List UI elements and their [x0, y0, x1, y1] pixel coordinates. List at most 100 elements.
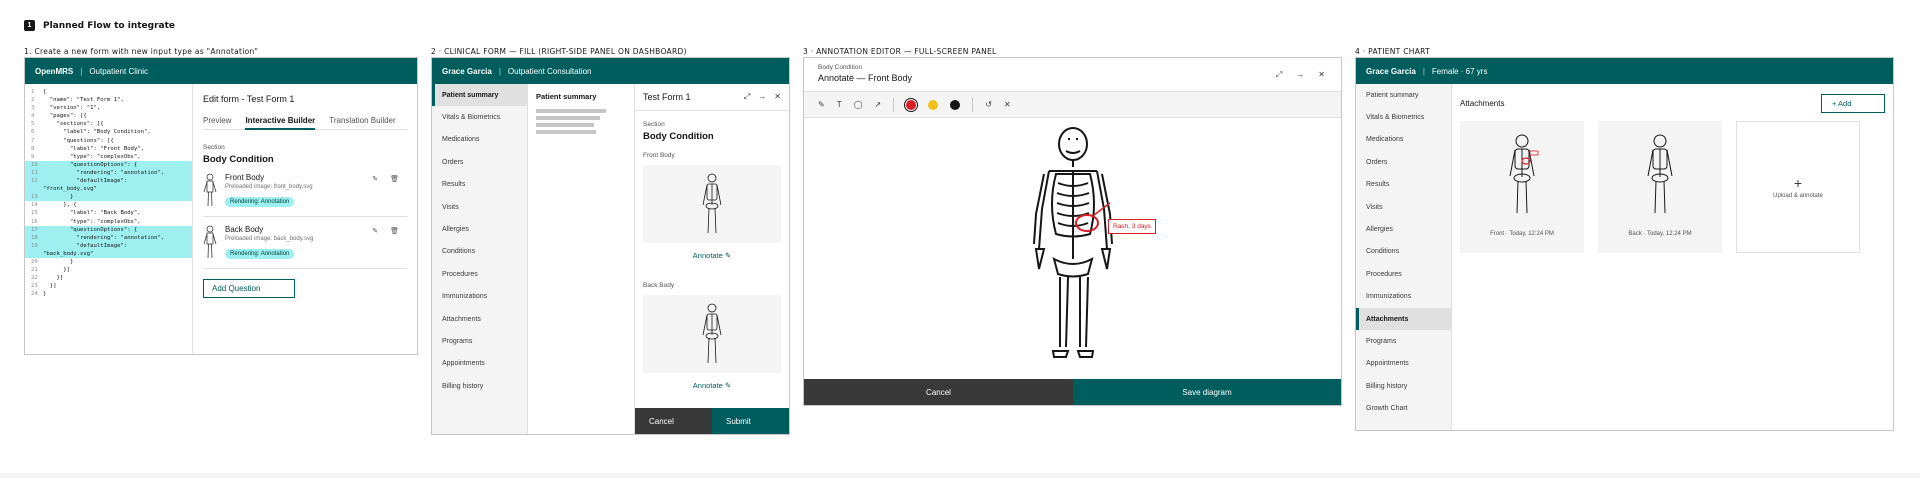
edit-icon[interactable]: ✎ — [372, 175, 378, 183]
code-line: 23 }] — [25, 282, 192, 290]
color-yellow-swatch[interactable] — [928, 99, 939, 110]
nav-item-patient-summary[interactable]: Patient summary — [1356, 84, 1451, 106]
code-line: 21 }] — [25, 266, 192, 274]
trash-icon[interactable]: 🗑 — [390, 175, 399, 183]
nav-item-conditions[interactable]: Conditions — [1356, 241, 1451, 263]
nav-item-attachments[interactable]: Attachments — [1356, 307, 1451, 331]
code-line: "back_body.svg" — [25, 249, 192, 258]
nav-item-vitals-biometrics[interactable]: Vitals & Biometrics — [432, 106, 527, 128]
code-line: 14 }, { — [25, 201, 192, 209]
back-body-label: Back Body — [643, 282, 675, 289]
nav-item-conditions[interactable]: Conditions — [432, 241, 527, 263]
code-line: 8 "label": "Front Body", — [25, 145, 192, 153]
code-text: }] — [43, 275, 64, 282]
editor-title: Annotate — Front Body — [818, 73, 913, 83]
maximize-icon[interactable]: ⤢ — [1276, 70, 1282, 80]
nav-item-orders[interactable]: Orders — [1356, 151, 1451, 173]
line-number: 1 — [31, 89, 35, 95]
nav-item-programs[interactable]: Programs — [1356, 330, 1451, 352]
nav-item-immunizations[interactable]: Immunizations — [432, 286, 527, 308]
json-code-editor[interactable]: 1{2 "name": "Test Form 1", 3 "version": "… — [25, 84, 193, 354]
code-text: "rendering": "annotation", — [43, 234, 165, 241]
code-text: "questionOptions": { — [43, 226, 138, 233]
code-text: } — [43, 258, 74, 265]
annotation-editor-panel: Body Condition Annotate — Front Body ⤢ →… — [803, 57, 1342, 406]
close-icon[interactable]: ✕ — [1318, 70, 1325, 80]
nav-item-allergies[interactable]: Allergies — [1356, 218, 1451, 240]
upload-annotate-card[interactable]: + Upload & annotate — [1736, 121, 1860, 253]
clinical-form-panel: Grace Garcia | Outpatient Consultation P… — [431, 57, 790, 435]
code-line: 17 "questionOptions": { — [25, 225, 192, 234]
circle-tool-icon[interactable]: ◯ — [854, 100, 863, 109]
submit-button[interactable]: Submit — [712, 408, 789, 434]
clear-icon[interactable]: ✕ — [1004, 100, 1011, 109]
cancel-button[interactable]: Cancel — [635, 408, 712, 434]
trash-icon[interactable]: 🗑 — [390, 227, 399, 235]
cancel-button[interactable]: Cancel — [804, 379, 1073, 405]
patient-name[interactable]: Grace Garcia — [442, 67, 492, 76]
code-line: 3 "version": "1", — [25, 104, 192, 112]
nav-item-orders[interactable]: Orders — [432, 151, 527, 173]
brand-name[interactable]: OpenMRS — [35, 67, 73, 76]
attachment-card-front[interactable]: Front · Today, 12:24 PM — [1460, 121, 1584, 253]
color-red-swatch[interactable] — [904, 97, 919, 112]
nav-item-results[interactable]: Results — [432, 174, 527, 196]
body-figure-icon — [203, 173, 217, 207]
line-number — [31, 250, 43, 258]
nav-item-patient-summary[interactable]: Patient summary — [432, 84, 527, 107]
add-question-button[interactable]: Add Question — [203, 279, 295, 298]
nav-item-programs[interactable]: Programs — [432, 330, 527, 352]
step-3-label: 3 · ANNOTATION EDITOR — FULL-SCREEN PANE… — [803, 47, 997, 56]
patient-chart-nav: Patient summary Vitals & Biometrics Medica… — [432, 84, 528, 434]
annotate-front-link[interactable]: Annotate ✎ — [643, 251, 781, 260]
text-tool-icon[interactable]: T — [837, 100, 842, 109]
builder-tabs: Preview Interactive Builder Translation … — [203, 116, 407, 130]
nav-item-procedures[interactable]: Procedures — [1356, 263, 1451, 285]
nav-item-visits[interactable]: Visits — [1356, 196, 1451, 218]
color-black-swatch[interactable] — [950, 99, 961, 110]
attachment-caption: Front · Today, 12:24 PM — [1490, 231, 1554, 237]
arrow-tool-icon[interactable]: ↗ — [875, 100, 882, 109]
tab-preview[interactable]: Preview — [203, 116, 231, 125]
edit-icon[interactable]: ✎ — [372, 227, 378, 235]
nav-item-results[interactable]: Results — [1356, 174, 1451, 196]
nav-item-medications[interactable]: Medications — [1356, 129, 1451, 151]
patient-name[interactable]: Grace Garcia — [1366, 67, 1416, 76]
question-row-front[interactable]: Front Body Preloaded image: front_body.s… — [203, 165, 407, 217]
nav-item-immunizations[interactable]: Immunizations — [1356, 286, 1451, 308]
section-caption: Section — [203, 144, 225, 151]
annotation-label[interactable]: Rash, 3 days — [1108, 219, 1156, 234]
nav-item-attachments[interactable]: Attachments — [432, 308, 527, 330]
nav-item-medications[interactable]: Medications — [432, 129, 527, 151]
save-diagram-button[interactable]: Save diagram — [1073, 379, 1341, 405]
maximize-icon[interactable]: ⤢ — [744, 92, 750, 102]
nav-item-appointments[interactable]: Appointments — [1356, 353, 1451, 375]
nav-item-growth-chart[interactable]: Growth Chart — [1356, 397, 1451, 419]
line-number: 13 — [31, 194, 38, 201]
add-attachment-button[interactable]: + Add — [1821, 94, 1885, 113]
step-1-label: 1. Create a new form with new input type… — [24, 47, 259, 56]
nav-item-visits[interactable]: Visits — [432, 196, 527, 218]
nav-item-allergies[interactable]: Allergies — [432, 218, 527, 240]
line-number: 15 — [31, 210, 38, 217]
nav-item-vitals-biometrics[interactable]: Vitals & Biometrics — [1356, 106, 1451, 128]
nav-item-appointments[interactable]: Appointments — [432, 353, 527, 375]
arrow-right-icon[interactable]: → — [758, 92, 766, 102]
attachment-card-back[interactable]: Back · Today, 12:24 PM — [1598, 121, 1722, 253]
question-row-back[interactable]: Back Body Preloaded image: back_body.svg… — [203, 217, 407, 269]
undo-icon[interactable]: ↺ — [985, 100, 992, 109]
patient-header: Grace Garcia | Female · 67 yrs — [1356, 58, 1893, 84]
pen-tool-icon[interactable]: ✎ — [818, 100, 825, 109]
tab-translation-builder[interactable]: Translation Builder — [329, 116, 395, 125]
nav-item-billing-history[interactable]: Billing history — [432, 375, 527, 397]
nav-item-billing-history[interactable]: Billing history — [1356, 375, 1451, 397]
tab-interactive-builder[interactable]: Interactive Builder — [245, 116, 316, 130]
arrow-right-icon[interactable]: → — [1296, 70, 1304, 80]
close-icon[interactable]: ✕ — [774, 92, 781, 102]
code-text: }, { — [43, 202, 77, 209]
annotate-back-link[interactable]: Annotate ✎ — [643, 381, 781, 390]
code-text: "pages": [{ — [43, 113, 87, 120]
code-line: 20 } — [25, 258, 192, 266]
annotation-canvas[interactable]: Rash, 3 days — [804, 119, 1341, 379]
nav-item-procedures[interactable]: Procedures — [432, 263, 527, 285]
